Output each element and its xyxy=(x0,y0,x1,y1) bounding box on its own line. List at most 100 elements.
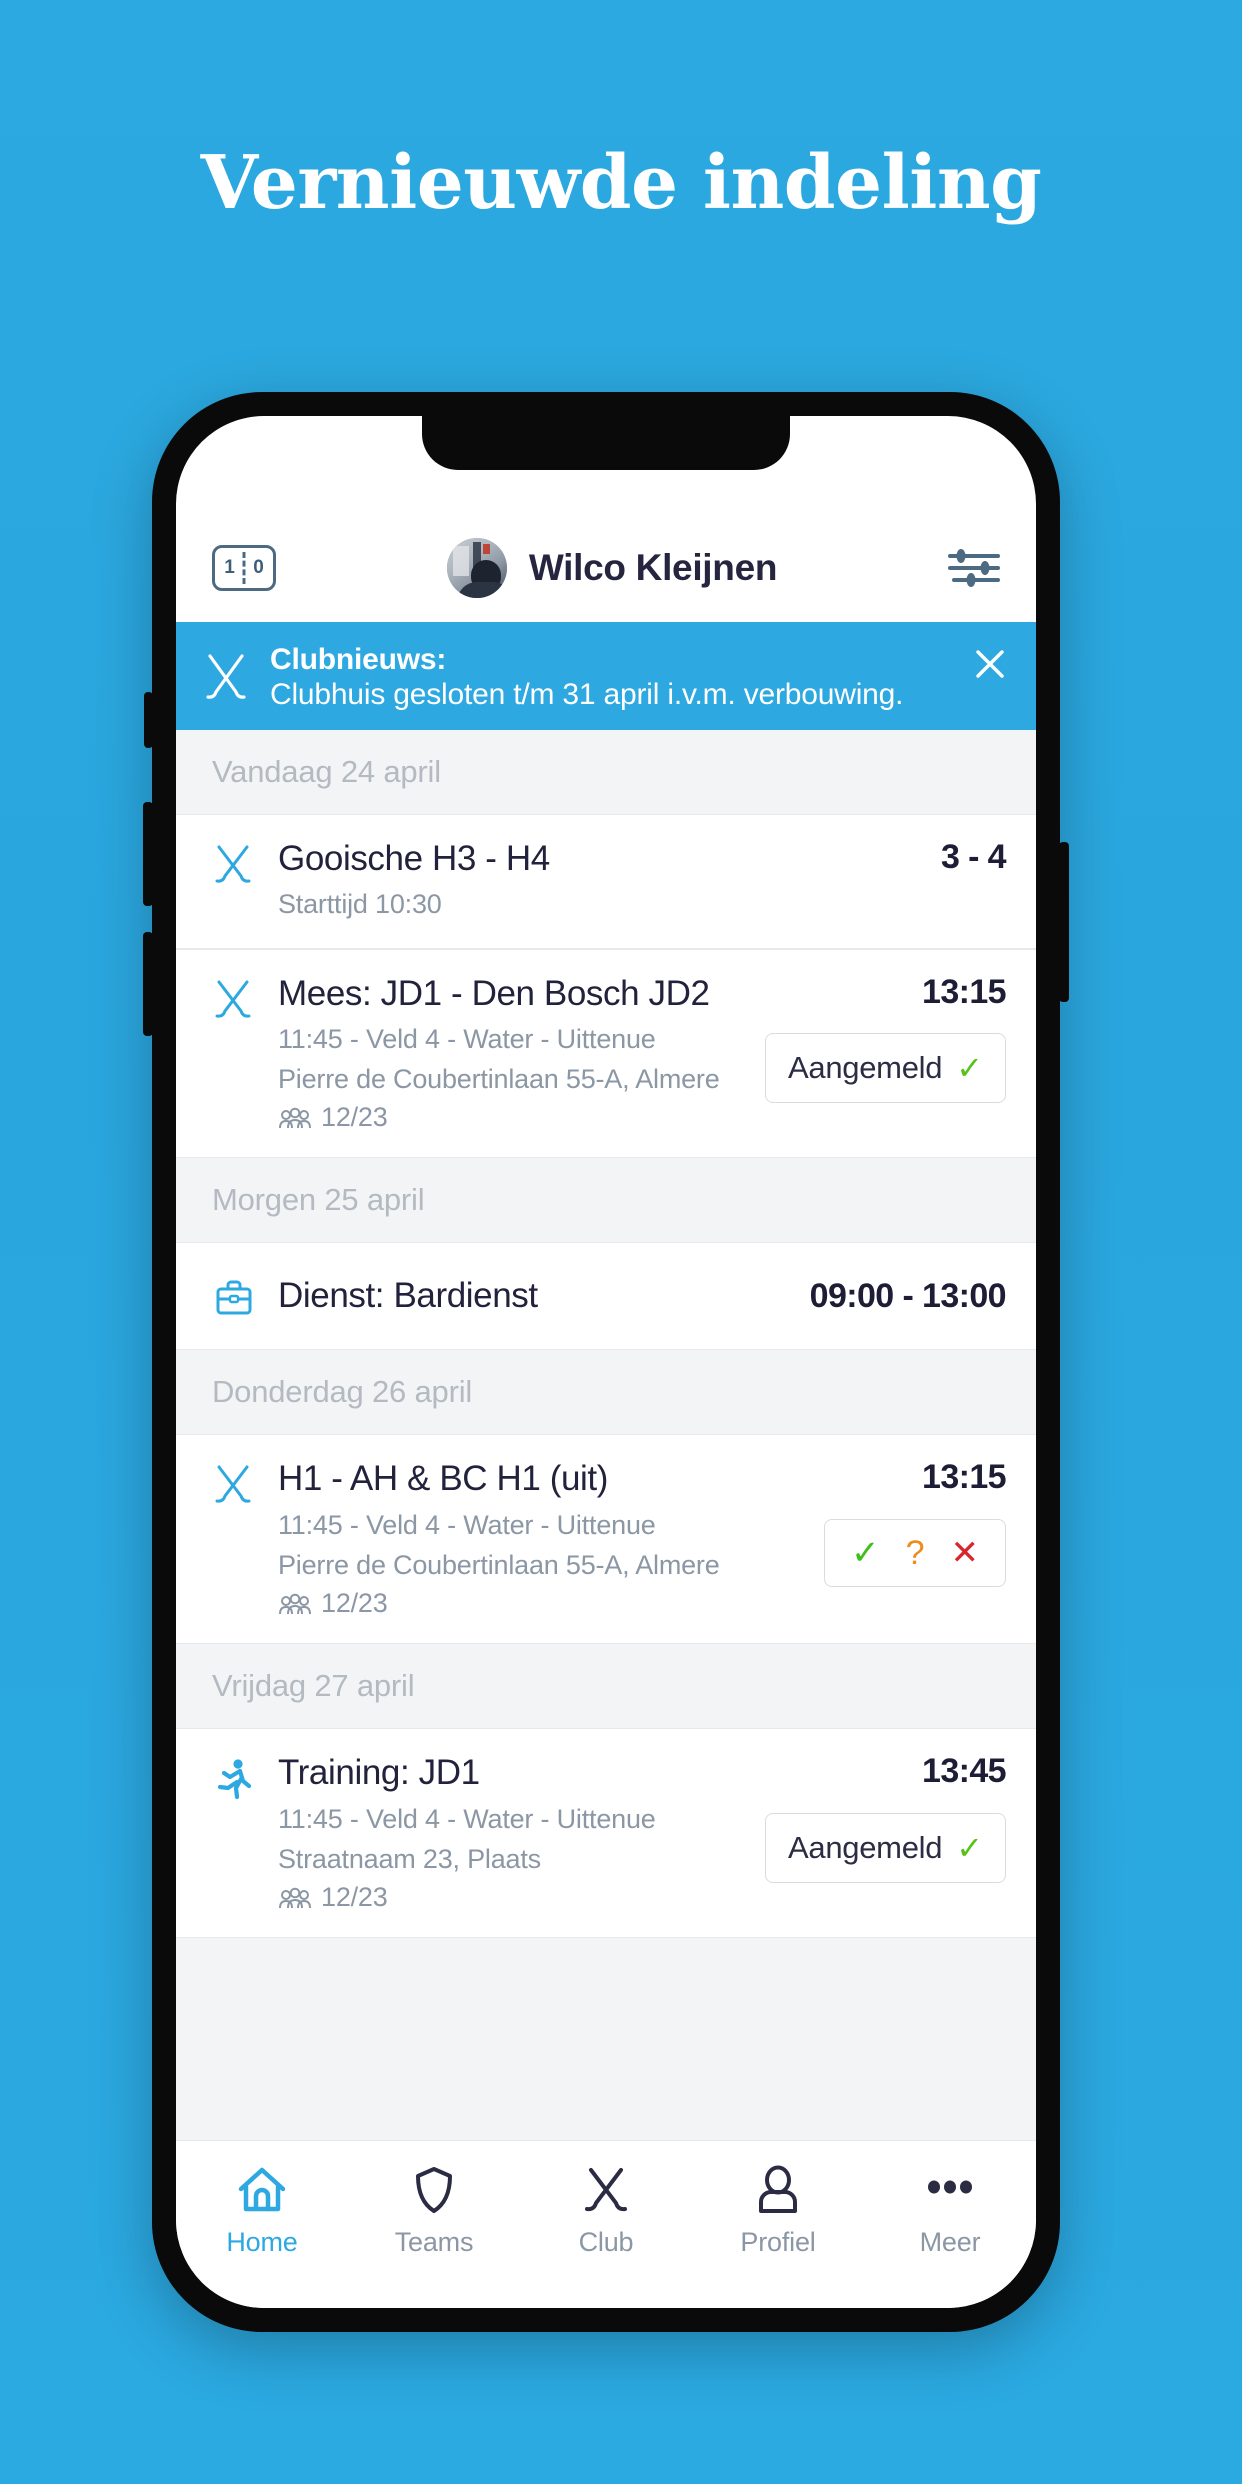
respond-maybe-icon[interactable]: ? xyxy=(906,1536,925,1570)
agenda-row-right: 13:15 ✓ ? ✕ xyxy=(824,1458,1007,1587)
agenda-row-address: Pierre de Coubertinlaan 55-A, Almere xyxy=(278,1550,720,1581)
app-header: 1 0 Wilco Kleijnen xyxy=(176,514,1036,622)
header-user[interactable]: Wilco Kleijnen xyxy=(276,538,948,598)
day-header: Donderdag 26 april xyxy=(176,1350,1036,1435)
power-button xyxy=(1059,842,1069,1002)
agenda-row-score: 3 - 4 xyxy=(940,838,1007,876)
agenda-row-title: Gooische H3 - H4 xyxy=(278,839,550,878)
person-icon xyxy=(759,2165,797,2213)
agenda-row-time: 13:15 xyxy=(922,1458,1007,1497)
nav-item-home[interactable]: Home xyxy=(176,2163,348,2258)
sliders-icon[interactable] xyxy=(948,546,1000,590)
scoreboard-icon[interactable]: 1 0 xyxy=(212,545,276,591)
home-indicator xyxy=(486,2286,726,2294)
signed-up-label: Aangemeld xyxy=(788,1049,943,1085)
home-icon xyxy=(238,2167,286,2212)
mute-switch xyxy=(144,692,153,748)
promo-title: Vernieuwde indeling xyxy=(200,140,1042,226)
signed-up-button[interactable]: Aangemeld ✓ xyxy=(765,1812,1006,1883)
nav-label-home: Home xyxy=(226,2227,298,2257)
agenda-row-time: 09:00 - 13:00 xyxy=(809,1276,1007,1315)
nav-item-meer[interactable]: Meer xyxy=(864,2163,1036,2258)
people-icon xyxy=(279,1887,311,1908)
phone-device-frame: 1 0 Wilco Kleijnen Clubnieuws: Clubhuis … xyxy=(143,392,1069,2332)
nav-label-meer: Meer xyxy=(919,2227,981,2257)
check-icon: ✓ xyxy=(956,1049,983,1086)
volume-up-button xyxy=(143,802,153,906)
bottom-navigation: Home Teams Club Profiel Meer xyxy=(176,2140,1036,2308)
day-header: Vandaag 24 april xyxy=(176,730,1036,814)
agenda-row-attendance: 12/23 xyxy=(278,1882,745,1913)
scoreboard-right-digit: 0 xyxy=(253,557,264,578)
banner-title: Clubnieuws: xyxy=(270,643,447,676)
hockey-sticks-icon xyxy=(215,980,251,1018)
nav-item-club[interactable]: Club xyxy=(520,2163,692,2258)
nav-label-club: Club xyxy=(578,2227,634,2257)
agenda-row-address: Pierre de Coubertinlaan 55-A, Almere xyxy=(278,1064,720,1095)
agenda-row-main: Dienst: Bardienst xyxy=(278,1276,766,1316)
briefcase-icon xyxy=(216,1280,252,1315)
nav-label-profiel: Profiel xyxy=(740,2227,816,2257)
day-header: Morgen 25 april xyxy=(176,1158,1036,1243)
signed-up-button[interactable]: Aangemeld ✓ xyxy=(765,1032,1006,1103)
attendance-count: 12/23 xyxy=(321,1588,388,1619)
agenda-row[interactable]: Dienst: Bardienst 09:00 - 13:00 xyxy=(176,1242,1036,1351)
hockey-sticks-icon xyxy=(215,845,251,883)
banner-body: Clubhuis gesloten t/m 31 april i.v.m. ve… xyxy=(270,678,904,712)
agenda-row-subtitle: 11:45 - Veld 4 - Water - Uittenue xyxy=(278,1509,656,1540)
agenda-row-time: 13:15 xyxy=(922,972,1007,1011)
phone-screen: 1 0 Wilco Kleijnen Clubnieuws: Clubhuis … xyxy=(176,416,1036,2308)
agenda-list[interactable]: Vandaag 24 april Gooische H3 - H4 Startt… xyxy=(176,730,1036,2140)
ellipsis-icon xyxy=(928,2180,972,2194)
respond-no-icon[interactable]: ✕ xyxy=(951,1536,980,1570)
agenda-row-subtitle: 11:45 - Veld 4 - Water - Uittenue xyxy=(278,1023,656,1054)
agenda-row-main: Training: JD1 11:45 - Veld 4 - Water - U… xyxy=(278,1753,745,1913)
respond-yes-icon[interactable]: ✓ xyxy=(851,1536,880,1570)
agenda-row-attendance: 12/23 xyxy=(278,1102,745,1133)
agenda-row[interactable]: Mees: JD1 - Den Bosch JD2 11:45 - Veld 4… xyxy=(176,948,1036,1159)
phone-notch xyxy=(422,416,790,470)
agenda-row-attendance: 12/23 xyxy=(278,1588,804,1619)
attendance-count: 12/23 xyxy=(321,1882,388,1913)
agenda-row-title: H1 - AH & BC H1 (uit) xyxy=(278,1459,609,1499)
agenda-row-main: Mees: JD1 - Den Bosch JD2 11:45 - Veld 4… xyxy=(278,974,745,1134)
volume-down-button xyxy=(143,932,153,1036)
response-button-group[interactable]: ✓ ? ✕ xyxy=(824,1518,1006,1587)
agenda-row[interactable]: H1 - AH & BC H1 (uit) 11:45 - Veld 4 - W… xyxy=(176,1434,1036,1645)
agenda-row-main: Gooische H3 - H4 Starttijd 10:30 xyxy=(278,839,836,924)
nav-item-teams[interactable]: Teams xyxy=(348,2163,520,2258)
close-icon[interactable] xyxy=(970,644,1010,684)
people-icon xyxy=(279,1107,311,1129)
avatar[interactable] xyxy=(446,538,507,598)
people-icon xyxy=(279,1593,311,1614)
day-header: Vrijdag 27 april xyxy=(176,1644,1036,1729)
club-news-banner[interactable]: Clubnieuws: Clubhuis gesloten t/m 31 apr… xyxy=(176,622,1036,736)
agenda-row-right: 13:15 Aangemeld ✓ xyxy=(765,972,1007,1103)
agenda-row-title: Dienst: Bardienst xyxy=(278,1276,538,1316)
agenda-row-title: Mees: JD1 - Den Bosch JD2 xyxy=(278,973,710,1013)
banner-text: Clubnieuws: Clubhuis gesloten t/m 31 apr… xyxy=(270,642,950,713)
scoreboard-left-digit: 1 xyxy=(224,557,235,578)
user-name: Wilco Kleijnen xyxy=(528,547,778,588)
agenda-row-subtitle: 11:45 - Veld 4 - Water - Uittenue xyxy=(278,1803,656,1834)
agenda-row-main: H1 - AH & BC H1 (uit) 11:45 - Veld 4 - W… xyxy=(278,1459,804,1619)
check-icon: ✓ xyxy=(956,1829,983,1866)
hockey-sticks-icon xyxy=(206,654,246,699)
agenda-row-right: 13:45 Aangemeld ✓ xyxy=(765,1752,1007,1883)
signed-up-label: Aangemeld xyxy=(788,1829,943,1865)
agenda-row-right: 09:00 - 13:00 xyxy=(786,1276,1007,1315)
hockey-sticks-icon xyxy=(585,2168,627,2212)
agenda-row-title: Training: JD1 xyxy=(278,1753,480,1793)
agenda-row-address: Straatnaam 23, Plaats xyxy=(278,1843,541,1874)
agenda-row-right: 3 - 4 xyxy=(856,838,1007,876)
scoreboard-divider xyxy=(242,552,246,584)
running-icon xyxy=(217,1759,252,1800)
nav-item-profiel[interactable]: Profiel xyxy=(692,2163,864,2258)
nav-label-teams: Teams xyxy=(394,2227,474,2257)
agenda-row[interactable]: Training: JD1 11:45 - Veld 4 - Water - U… xyxy=(176,1728,1036,1939)
agenda-row-subtitle: Starttijd 10:30 xyxy=(278,889,442,920)
attendance-count: 12/23 xyxy=(321,1102,388,1133)
agenda-row-time: 13:45 xyxy=(922,1752,1007,1791)
shield-icon xyxy=(416,2167,452,2213)
agenda-row[interactable]: Gooische H3 - H4 Starttijd 10:30 3 - 4 xyxy=(176,814,1036,949)
